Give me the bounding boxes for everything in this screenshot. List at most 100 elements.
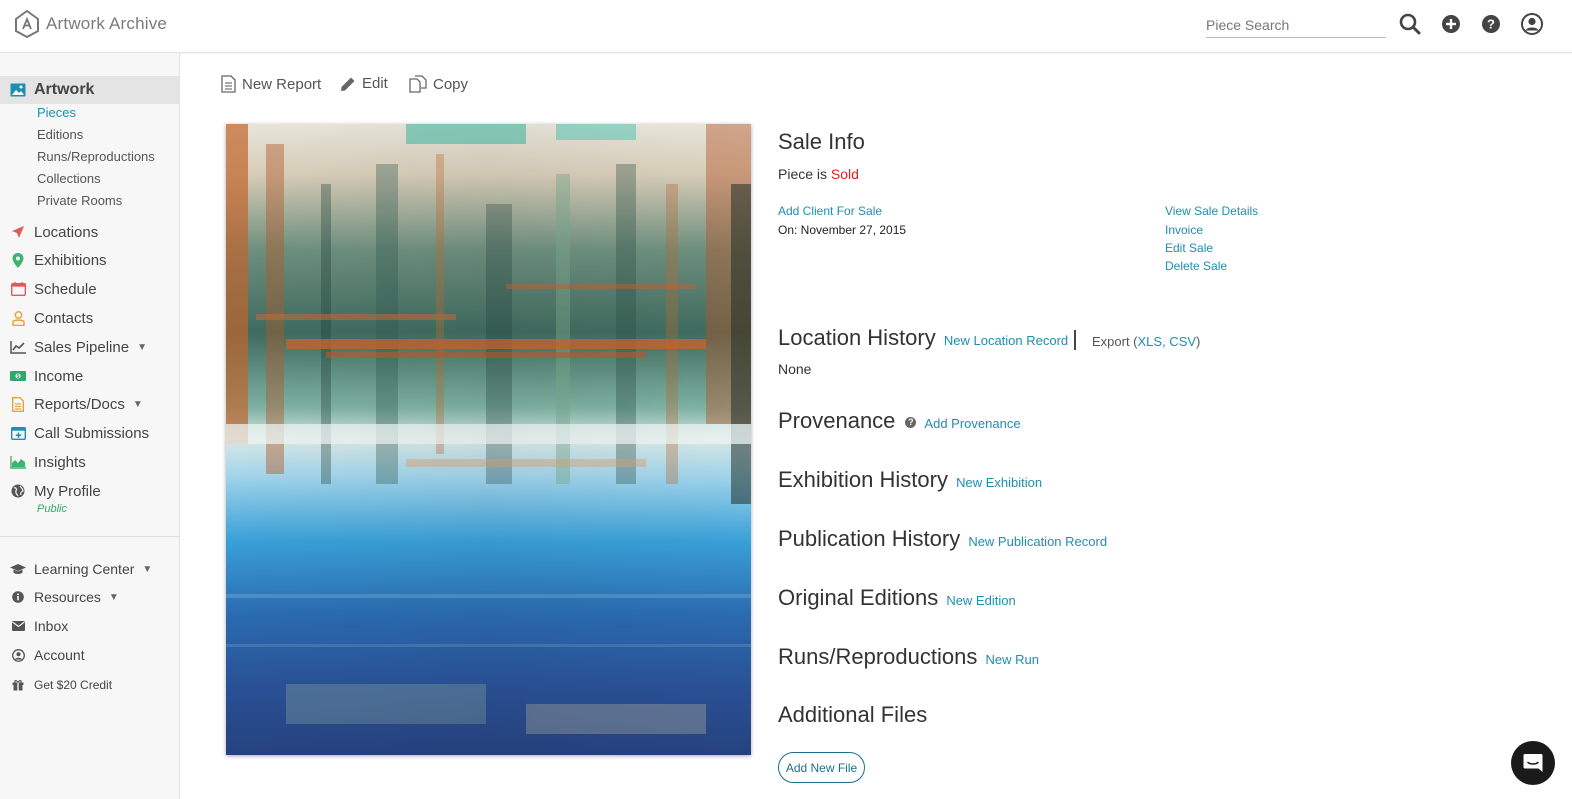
sidebar-subitem-collections[interactable]: Collections xyxy=(37,171,101,186)
add-new-file-button[interactable]: Add New File xyxy=(778,752,865,783)
sidebar-item-label: Artwork xyxy=(34,81,95,98)
sidebar-item-artwork[interactable]: Artwork xyxy=(0,76,179,104)
piece-search-field[interactable] xyxy=(1206,14,1386,38)
sidebar-item-locations[interactable]: Locations xyxy=(10,221,98,243)
sidebar: Artwork Pieces Editions Runs/Reproductio… xyxy=(0,53,180,799)
copy-button[interactable]: Copy xyxy=(409,75,468,93)
chevron-down-icon[interactable]: ▼ xyxy=(109,592,119,603)
document-icon xyxy=(12,396,24,412)
delete-sale-link[interactable]: Delete Sale xyxy=(1165,259,1227,273)
new-report-button[interactable]: New Report xyxy=(221,75,321,93)
chevron-down-icon[interactable]: ▼ xyxy=(142,564,152,575)
export-label: Export ( xyxy=(1092,334,1138,349)
location-history-heading: Location History New Location Record xyxy=(778,325,1068,351)
chevron-down-icon[interactable]: ▼ xyxy=(137,342,147,353)
sidebar-item-learning-center[interactable]: Learning Center ▼ xyxy=(10,558,152,580)
sidebar-item-sales-pipeline[interactable]: Sales Pipeline ▼ xyxy=(10,336,147,358)
sidebar-item-income[interactable]: $ Income xyxy=(10,365,83,387)
image-icon xyxy=(10,83,26,97)
edit-sale-link[interactable]: Edit Sale xyxy=(1165,241,1213,255)
sale-status-badge: Sold xyxy=(830,166,859,182)
sidebar-item-label: Sales Pipeline xyxy=(34,338,130,356)
sidebar-item-label: Contacts xyxy=(34,309,94,327)
search-icon[interactable] xyxy=(1398,12,1422,36)
export-location-history: Export (XLS, CSV) xyxy=(1092,334,1200,349)
add-circle-icon[interactable] xyxy=(1439,12,1463,36)
sidebar-item-label: My Profile xyxy=(34,482,101,500)
top-header: Artwork Archive ? xyxy=(0,0,1572,53)
exhibition-history-heading: Exhibition History New Exhibition xyxy=(778,467,1042,493)
new-location-record-link[interactable]: New Location Record xyxy=(944,333,1068,348)
calendar-plus-icon xyxy=(10,427,26,440)
add-provenance-link[interactable]: Add Provenance xyxy=(924,416,1020,431)
new-edition-link[interactable]: New Edition xyxy=(946,593,1015,608)
app-logo[interactable]: Artwork Archive xyxy=(14,10,167,38)
graduation-cap-icon xyxy=(10,564,26,574)
artwork-image[interactable] xyxy=(226,124,751,755)
envelope-icon xyxy=(11,621,25,631)
export-xls-csv-link[interactable]: XLS, CSV xyxy=(1138,334,1197,349)
sidebar-item-account[interactable]: Account xyxy=(10,644,85,666)
sidebar-subitem-runs-reproductions[interactable]: Runs/Reproductions xyxy=(37,149,155,164)
help-icon[interactable]: ? xyxy=(905,416,917,428)
sidebar-item-label: Learning Center xyxy=(34,561,135,577)
gift-icon xyxy=(12,680,24,691)
svg-text:?: ? xyxy=(1487,17,1495,32)
sidebar-item-insights[interactable]: Insights xyxy=(10,451,86,473)
sidebar-item-reports-docs[interactable]: Reports/Docs ▼ xyxy=(10,393,143,415)
invoice-link[interactable]: Invoice xyxy=(1165,223,1203,237)
add-client-for-sale-link[interactable]: Add Client For Sale xyxy=(778,204,882,218)
edit-button[interactable]: Edit xyxy=(340,75,388,92)
sidebar-item-resources[interactable]: Resources ▼ xyxy=(10,586,119,608)
piece-search-input[interactable] xyxy=(1206,14,1386,36)
sidebar-subitem-editions[interactable]: Editions xyxy=(37,127,83,142)
pencil-icon xyxy=(341,77,355,91)
sale-date: On: November 27, 2015 xyxy=(778,223,907,237)
user-account-icon[interactable] xyxy=(1520,12,1544,36)
new-exhibition-link[interactable]: New Exhibition xyxy=(956,475,1042,490)
chat-support-button[interactable] xyxy=(1511,741,1555,785)
provenance-heading: Provenance? Add Provenance xyxy=(778,408,1021,434)
sidebar-item-label: Income xyxy=(34,367,84,385)
sidebar-subitem-pieces[interactable]: Pieces xyxy=(37,105,76,120)
chevron-down-icon[interactable]: ▼ xyxy=(133,399,143,410)
original-editions-heading: Original Editions New Edition xyxy=(778,585,1016,611)
sidebar-item-label: Locations xyxy=(34,223,99,241)
publication-history-title: Publication History xyxy=(778,526,961,551)
location-history-title: Location History xyxy=(778,325,936,350)
abstract-painting-image xyxy=(226,124,751,755)
sidebar-item-schedule[interactable]: Schedule xyxy=(10,278,97,300)
original-editions-title: Original Editions xyxy=(778,585,939,610)
runs-reproductions-heading: Runs/Reproductions New Run xyxy=(778,644,1039,670)
exhibition-history-title: Exhibition History xyxy=(778,467,948,492)
artwork-archive-logo-icon xyxy=(15,10,39,38)
sidebar-item-call-submissions[interactable]: Call Submissions xyxy=(10,422,149,444)
runs-reproductions-title: Runs/Reproductions xyxy=(778,644,978,669)
copy-label: Copy xyxy=(433,75,469,93)
sidebar-item-label: Exhibitions xyxy=(34,251,107,269)
sidebar-item-exhibitions[interactable]: Exhibitions xyxy=(10,249,107,271)
new-publication-record-link[interactable]: New Publication Record xyxy=(968,534,1107,549)
export-close-paren: ) xyxy=(1196,334,1201,349)
profile-public-badge[interactable]: Public xyxy=(37,503,67,515)
sidebar-divider xyxy=(0,536,179,537)
new-report-label: New Report xyxy=(242,75,322,93)
info-icon xyxy=(12,591,24,603)
location-history-empty: None xyxy=(778,361,812,377)
new-run-link[interactable]: New Run xyxy=(985,652,1038,667)
sidebar-item-inbox[interactable]: Inbox xyxy=(10,615,68,637)
sidebar-item-label: Resources xyxy=(34,589,101,605)
sidebar-item-label: Insights xyxy=(34,453,86,471)
sidebar-subitem-private-rooms[interactable]: Private Rooms xyxy=(37,193,122,208)
view-sale-details-link[interactable]: View Sale Details xyxy=(1165,204,1258,218)
sidebar-item-label: Account xyxy=(34,647,85,663)
money-icon: $ xyxy=(10,371,26,381)
help-icon[interactable]: ? xyxy=(1479,12,1503,36)
edit-label: Edit xyxy=(362,75,388,92)
sale-info-title: Sale Info xyxy=(778,129,865,154)
chart-line-icon xyxy=(10,340,26,354)
additional-files-title: Additional Files xyxy=(778,702,928,727)
sidebar-item-my-profile[interactable]: My Profile xyxy=(10,480,101,502)
sidebar-item-contacts[interactable]: Contacts xyxy=(10,307,93,329)
sidebar-item-get-credit[interactable]: Get $20 Credit xyxy=(10,674,112,696)
